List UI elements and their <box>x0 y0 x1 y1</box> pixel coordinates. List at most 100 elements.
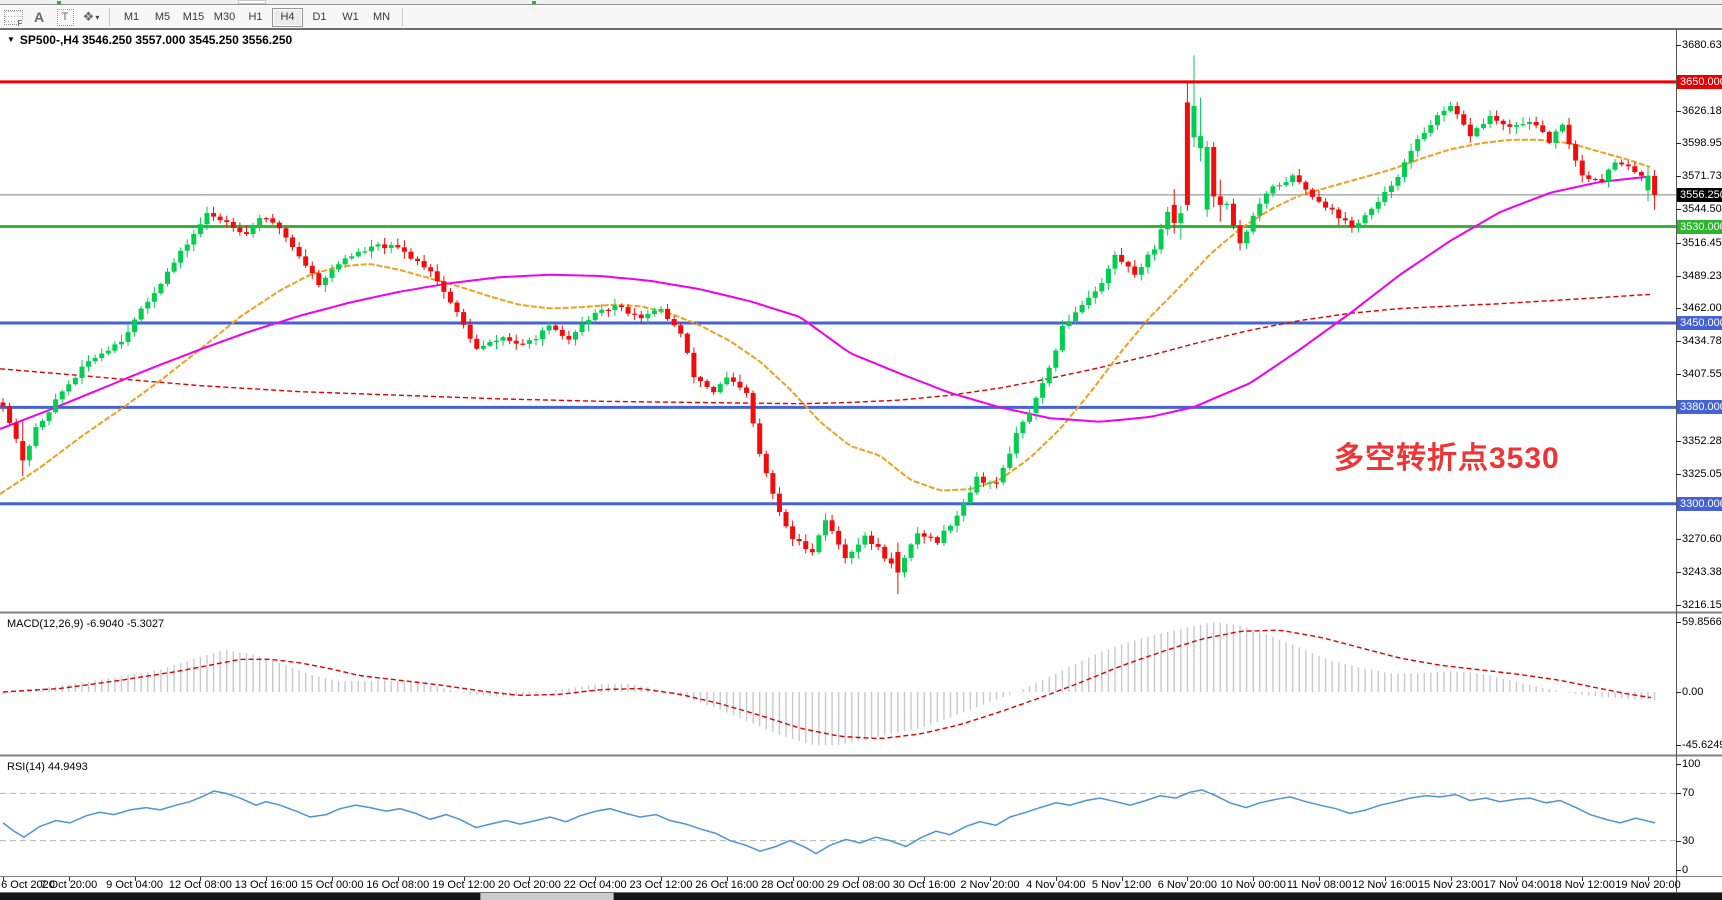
time-tick-label: 18 Nov 12:00 <box>1549 879 1614 891</box>
candle-body <box>7 406 12 423</box>
candle-body <box>1553 131 1558 142</box>
candle-body <box>1527 122 1532 124</box>
candle-body <box>1488 116 1493 124</box>
candle-body <box>816 535 821 552</box>
candle-body <box>330 269 335 277</box>
candle-body <box>1389 186 1394 192</box>
price-tick-label: 3516.455 <box>1682 237 1722 249</box>
candle-body <box>343 258 348 264</box>
candle-body <box>1606 170 1611 182</box>
candle-body <box>1520 124 1525 125</box>
candle-body <box>494 341 499 342</box>
candle-body <box>691 353 696 377</box>
candle-body <box>86 361 91 366</box>
candle-body <box>566 336 571 340</box>
candle-body <box>382 244 387 248</box>
candle-body <box>1481 124 1486 128</box>
candle-body <box>310 266 315 273</box>
price-tick-label: 3544.505 <box>1682 203 1722 215</box>
time-tick-label: 28 Oct 00:00 <box>761 879 824 891</box>
candle-body <box>1198 136 1203 148</box>
indicator-tick-label: -45.6249 <box>1682 739 1722 751</box>
candle-body <box>1639 172 1644 176</box>
price-tick-label: 3462.005 <box>1682 302 1722 314</box>
candle-body <box>487 342 492 346</box>
candle-body <box>79 367 84 378</box>
ma-red-line <box>0 294 1650 403</box>
indicator-tick-label: 30 <box>1682 835 1694 847</box>
price-line-badge: 3450.000 <box>1677 316 1722 330</box>
candle-body <box>408 252 413 259</box>
candle-body <box>876 544 881 547</box>
axis-tick-mark <box>1676 441 1681 442</box>
candle-body <box>974 477 979 493</box>
candle-body <box>731 377 736 381</box>
time-tick-label: 7 Oct 20:00 <box>40 879 97 891</box>
candle-body <box>1580 161 1585 176</box>
time-tick-label: 12 Oct 08:00 <box>169 879 232 891</box>
price-tick-label: 3626.180 <box>1682 105 1722 117</box>
candle-body <box>1586 175 1591 179</box>
chevron-down-icon[interactable]: ▼ <box>7 35 15 44</box>
price-tick-label: 3407.555 <box>1682 368 1722 380</box>
candle-body <box>672 319 677 325</box>
candle-body <box>1066 321 1071 326</box>
time-tick-label: 15 Oct 00:00 <box>301 879 364 891</box>
candle-body <box>283 228 288 237</box>
candle-body <box>47 412 52 421</box>
candle-body <box>784 512 789 526</box>
time-tick-label: 6 Nov 20:00 <box>1158 879 1217 891</box>
time-tick-label: 29 Oct 08:00 <box>827 879 890 891</box>
candle-body <box>1284 182 1289 185</box>
candle-body <box>422 261 427 267</box>
candle-body <box>1145 255 1150 268</box>
axis-tick-mark <box>1676 870 1681 871</box>
candle-body <box>1455 106 1460 114</box>
candle-body <box>178 251 183 263</box>
candle-body <box>402 247 407 251</box>
candle-body <box>323 278 328 285</box>
candle-body <box>1191 106 1196 137</box>
axis-tick-mark <box>1676 622 1681 623</box>
candle-body <box>204 213 209 224</box>
axis-tick-mark <box>1676 745 1681 746</box>
candle-body <box>1185 102 1190 204</box>
chart-annotation-text: 多空转折点3530 <box>1334 433 1560 477</box>
time-tick-label: 9 Oct 04:00 <box>106 879 163 891</box>
candle-body <box>1534 122 1539 125</box>
candle-body <box>435 271 440 281</box>
candle-body <box>152 293 157 302</box>
candle-body <box>264 218 269 219</box>
candle-body <box>533 339 538 340</box>
candle-body <box>1264 194 1269 204</box>
candle-body <box>652 311 657 314</box>
axis-tick-mark <box>1676 374 1681 375</box>
axis-tick-mark <box>1676 841 1681 842</box>
candle-body <box>1 402 6 406</box>
candle-body <box>889 558 894 563</box>
candle-body <box>1310 190 1315 197</box>
candle-body <box>909 544 914 557</box>
candle-body <box>580 324 585 332</box>
candle-body <box>33 427 38 446</box>
candle-body <box>803 541 808 549</box>
candle-body <box>1086 298 1091 305</box>
indicator-tick-label: 70 <box>1682 787 1694 799</box>
candle-body <box>474 339 479 349</box>
candle-body <box>40 421 45 427</box>
candle-body <box>1336 210 1341 219</box>
candle-body <box>106 351 111 354</box>
candle-body <box>856 545 861 552</box>
candle-body <box>1093 291 1098 297</box>
indicator-tick-label: 0.00 <box>1682 686 1703 698</box>
candle-body <box>1573 144 1578 160</box>
candle-body <box>73 378 78 384</box>
candle-body <box>1369 209 1374 215</box>
macd-signal-line <box>3 630 1651 738</box>
candle-body <box>145 302 150 309</box>
candle-body <box>126 332 131 342</box>
axis-tick-mark <box>1676 243 1681 244</box>
candle-body <box>810 549 815 552</box>
candle-body <box>902 558 907 573</box>
candle-body <box>1330 208 1335 210</box>
